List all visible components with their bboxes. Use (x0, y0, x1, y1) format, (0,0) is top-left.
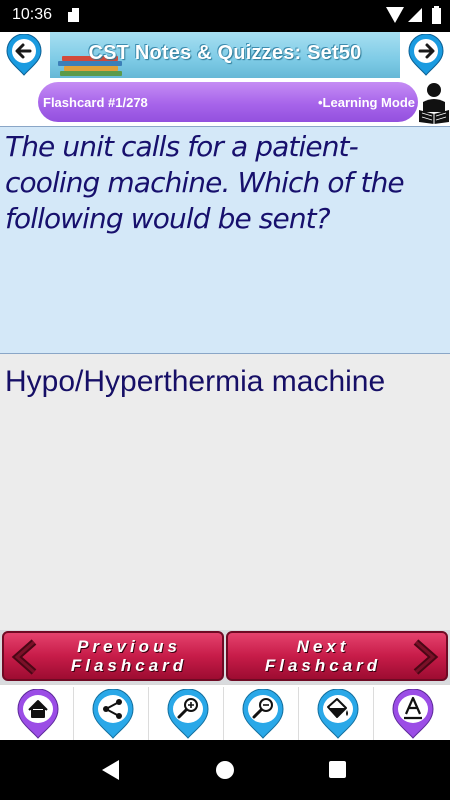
next-flashcard-button[interactable]: Next Flashcard (226, 631, 448, 681)
previous-flashcard-button[interactable]: Previous Flashcard (2, 631, 224, 681)
chevron-right-icon (413, 639, 439, 675)
flashcard-counter: Flashcard #1/278 (43, 95, 148, 110)
answer-panel: Hypo/Hyperthermia machine (0, 354, 450, 630)
text-style-button[interactable] (375, 687, 449, 741)
previous-flashcard-label: Previous Flashcard (44, 637, 214, 675)
wifi-icon (386, 7, 404, 23)
home-icon (17, 689, 59, 739)
page-title: CST Notes & Quizzes: Set50 (88, 42, 362, 64)
recents-icon[interactable] (329, 761, 346, 778)
bottom-toolbar (0, 684, 450, 741)
status-time: 10:36 (12, 6, 53, 23)
home-button[interactable] (0, 687, 74, 741)
next-line-2: Flashcard (264, 656, 382, 675)
next-flashcard-label: Next Flashcard (238, 637, 408, 675)
next-line-1: Next (296, 637, 350, 656)
home-circle-icon[interactable] (216, 761, 234, 779)
chevron-left-icon (11, 639, 37, 675)
sd-card-icon (68, 8, 79, 22)
battery-icon (432, 6, 441, 24)
learning-mode-label: •Learning Mode (318, 95, 415, 110)
status-bar: 10:36 (0, 0, 450, 32)
previous-line-1: Previous (77, 637, 181, 656)
zoom-out-button[interactable] (225, 687, 299, 741)
question-text: The unit calls for a patient-cooling mac… (5, 130, 405, 235)
zoom-in-button[interactable] (150, 687, 224, 741)
system-nav-bar (0, 740, 450, 800)
flashcard-nav-row: Previous Flashcard Next Flashcard (0, 630, 450, 684)
arrow-left-icon (6, 33, 42, 76)
theme-color-button[interactable] (300, 687, 374, 741)
app-header: CST Notes & Quizzes: Set50 (0, 32, 450, 78)
header-banner: CST Notes & Quizzes: Set50 (50, 32, 400, 78)
question-panel: The unit calls for a patient-cooling mac… (0, 126, 450, 354)
signal-icon (408, 8, 422, 22)
reader-icon[interactable] (418, 80, 450, 124)
previous-line-2: Flashcard (70, 656, 188, 675)
zoom-in-icon (167, 689, 209, 739)
previous-set-button[interactable] (5, 33, 43, 76)
zoom-out-icon (242, 689, 284, 739)
share-button[interactable] (75, 687, 149, 741)
arrow-right-icon (408, 33, 444, 76)
info-row: Flashcard #1/278 •Learning Mode (0, 78, 450, 126)
next-set-button[interactable] (407, 33, 445, 76)
share-icon (92, 689, 134, 739)
flashcard-info-pill: Flashcard #1/278 •Learning Mode (38, 82, 418, 122)
answer-text: Hypo/Hyperthermia machine (5, 365, 386, 398)
text-style-icon (392, 689, 434, 739)
paint-bucket-icon (317, 689, 359, 739)
back-icon[interactable] (102, 760, 119, 780)
